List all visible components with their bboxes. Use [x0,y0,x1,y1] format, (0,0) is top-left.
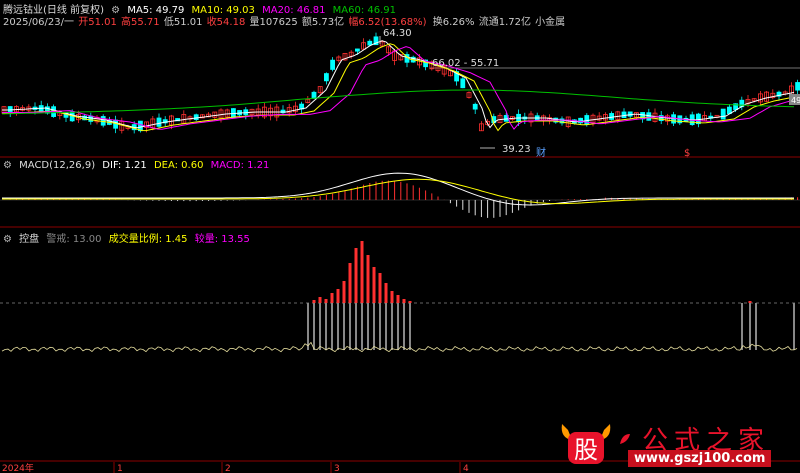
control-legend-row: ⚙ 控盘 警戒: 13.00 成交量比例: 1.45 较量: 13.55 [3,230,254,245]
bull-logo-icon: 股 [561,424,611,464]
candle-body[interactable] [578,117,583,124]
candle-body[interactable] [720,108,726,120]
quote-low: 低51.01 [163,17,203,28]
right-price-label: 49 [791,96,800,105]
logo-char: 股 [574,436,598,464]
quote-date: 2025/06/23/一 [3,17,75,28]
candle-body[interactable] [330,59,336,70]
site-url: www.gszj100.com [628,450,772,467]
candle-body[interactable] [472,103,478,110]
quote-change: 幅6.52(13.68%) [348,17,427,28]
site-watermark: 股 公式之家 www.gszj100.com [558,418,798,470]
range-price-label: 66.02 - 55.71 [432,58,499,69]
control-ratio-line [1,341,798,353]
candle-body[interactable] [354,48,360,52]
low-price-label: 39.23 [502,144,531,155]
candlestick-series[interactable] [1,32,800,134]
time-label: 2024年 [2,462,34,473]
leaf-icon [620,434,630,444]
control-settings-icon[interactable]: ⚙ [3,234,12,245]
control-line [1,341,798,353]
control-ratio: 成交量比例: 1.45 [108,234,188,245]
quote-amount: 额5.73亿 [301,17,345,28]
candle-body[interactable] [311,91,317,99]
high-price-label: 64.30 [383,28,412,39]
quote-sector[interactable]: 小金属 [535,13,565,28]
quote-close: 收54.18 [206,17,246,28]
control-warning: 警戒: 13.00 [46,234,102,245]
macd-title[interactable]: MACD(12,26,9) [19,160,95,171]
quote-turnover: 换6.26% [432,17,475,28]
candle-body[interactable] [323,73,329,82]
quote-volume: 量107625 [249,17,298,28]
dividend-marker[interactable]: $ [684,148,690,159]
time-label: 3 [334,464,340,473]
macd-legend-row: ⚙ MACD(12,26,9) DIF: 1.21 DEA: 0.60 MACD… [3,160,273,171]
macd-dif: DIF: 1.21 [102,160,147,171]
quote-open: 开51.01 [78,17,117,28]
candle-body[interactable] [156,117,162,127]
quote-float: 流通1.72亿 [478,17,531,28]
finance-marker[interactable]: 财 [536,146,546,159]
quote-info-row: 2025/06/23/一 开51.01 高55.71 低51.01 收54.18… [3,13,569,28]
time-label: 1 [117,464,123,473]
candle-body[interactable] [609,113,614,120]
candle-body[interactable] [627,111,633,117]
candle-body[interactable] [367,40,373,46]
macd-settings-icon[interactable]: ⚙ [3,160,12,171]
macd-value: MACD: 1.21 [210,160,270,171]
control-bars [307,241,795,350]
candle-body[interactable] [621,111,627,119]
control-volume: 较量: 13.55 [194,234,250,245]
candle-body[interactable] [100,116,106,126]
time-label: 4 [463,464,469,473]
candle-body[interactable] [88,115,94,122]
candle-body[interactable] [795,82,800,91]
macd-dea: DEA: 0.60 [153,160,204,171]
candle-body[interactable] [646,112,652,121]
candle-body[interactable] [460,78,466,89]
candle-body[interactable] [193,114,199,120]
quote-high: 高55.71 [121,17,160,28]
ma60-line [1,89,795,115]
time-label: 2 [225,464,231,473]
control-title[interactable]: 控盘 [19,230,39,245]
